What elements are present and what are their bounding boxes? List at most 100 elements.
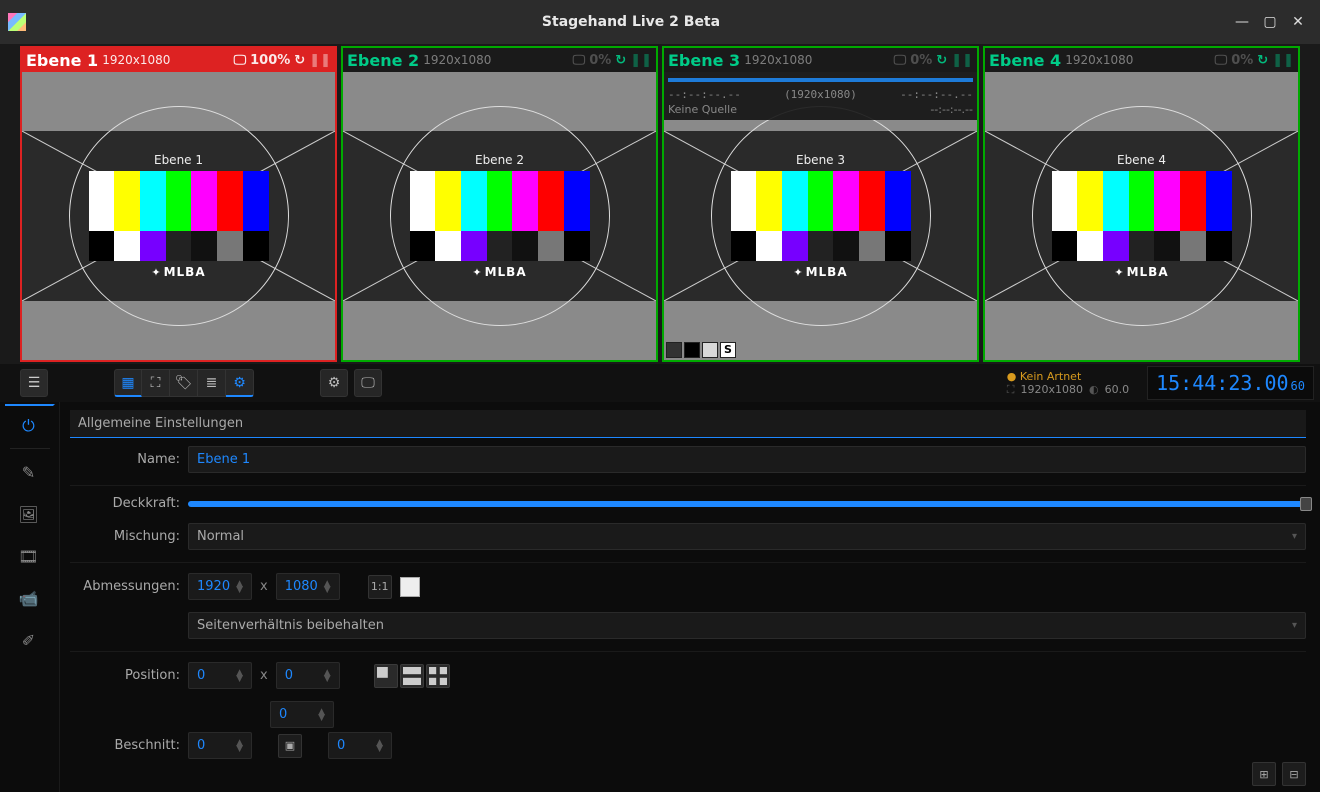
label-opacity: Deckkraft:: [70, 496, 180, 511]
pos-y-input[interactable]: 0 ▲▼: [276, 662, 340, 689]
pause-icon[interactable]: ❚❚: [309, 53, 331, 68]
layer-resolution: 1920x1080: [744, 53, 812, 67]
tc-right-2: --:--:--.--: [930, 103, 973, 116]
layer-body: Ebene 3MLBA--:--:--.--(1920x1080)--:--:-…: [664, 72, 977, 360]
label-name: Name:: [70, 452, 180, 467]
monitor-icon: 🖵: [234, 53, 247, 68]
layer-preview-1[interactable]: Ebene 11920x1080🖵100%↻❚❚Ebene 1MLBA: [20, 46, 337, 362]
reload-icon[interactable]: ↻: [294, 53, 305, 68]
layer-opacity-pct: 100%: [250, 53, 290, 68]
brush-tab[interactable]: ✎: [5, 451, 55, 493]
power-tab[interactable]: ⏻: [5, 404, 55, 446]
layer-name: Ebene 2: [347, 51, 419, 70]
layer-name: Ebene 3: [668, 51, 740, 70]
x-separator: x: [260, 579, 268, 594]
reload-icon[interactable]: ↻: [936, 53, 947, 68]
status-resolution: 1920x1080: [1020, 383, 1083, 396]
window-title: Stagehand Live 2 Beta: [34, 14, 1228, 30]
corner-buttons: ⊞ ⊟: [1252, 762, 1306, 786]
pause-icon[interactable]: ❚❚: [1272, 53, 1294, 68]
close-button[interactable]: ✕: [1284, 8, 1312, 36]
expand-button[interactable]: ⊞: [1252, 762, 1276, 786]
swatch[interactable]: [684, 342, 700, 358]
color-bars: [1052, 171, 1232, 231]
color-swatch[interactable]: [400, 577, 420, 597]
no-source-label: Keine Quelle: [668, 103, 737, 116]
status-block: Kein Artnet ⛶ 1920x1080 ◐ 60.0: [1007, 370, 1129, 397]
reload-icon[interactable]: ↻: [615, 53, 626, 68]
anchor-stack[interactable]: [400, 664, 424, 688]
eyedropper-tab[interactable]: ✐: [5, 619, 55, 661]
aspect-lock-button[interactable]: 1:1: [368, 575, 392, 599]
aspect-mode-select[interactable]: Seitenverhältnis beibehalten: [188, 612, 1306, 639]
swatch[interactable]: [702, 342, 718, 358]
status-fps: 60.0: [1105, 383, 1130, 396]
test-label: Ebene 2: [410, 153, 590, 167]
list-view-tab[interactable]: ≣: [198, 369, 226, 397]
properties-panel: ⏻ ✎ 🖼 🎞 📹 ✐ Allgemeine Einstellungen Nam…: [0, 402, 1320, 792]
expand-icon: ⛶: [1007, 383, 1015, 397]
clock-time: 15:44:23.00: [1156, 371, 1288, 395]
pos-x-input[interactable]: 0 ▲▼: [188, 662, 252, 689]
layer-resolution: 1920x1080: [423, 53, 491, 67]
pause-icon[interactable]: ❚❚: [630, 53, 652, 68]
layer-preview-2[interactable]: Ebene 21920x1080🖵0%↻❚❚Ebene 2MLBA: [341, 46, 658, 362]
tag-view-tab[interactable]: 🏷: [170, 369, 198, 397]
test-label: Ebene 4: [1052, 153, 1232, 167]
progress-bar: [668, 78, 973, 82]
maximize-button[interactable]: ▢: [1256, 8, 1284, 36]
color-bars: [89, 171, 269, 231]
mlba-logo: MLBA: [731, 265, 911, 279]
name-input[interactable]: Ebene 1: [188, 446, 1306, 473]
layer-footer-swatches: S: [666, 342, 736, 358]
layer-preview-3[interactable]: Ebene 31920x1080🖵0%↻❚❚Ebene 3MLBA--:--:-…: [662, 46, 979, 362]
test-pattern: Ebene 2MLBA: [343, 131, 656, 301]
image-tab[interactable]: 🖼: [5, 493, 55, 535]
crop-top-input[interactable]: 0 ▲▼: [270, 701, 334, 728]
camera-tab[interactable]: 📹: [5, 577, 55, 619]
anchor-tl[interactable]: [374, 664, 398, 688]
grid-view-tab[interactable]: ▦: [114, 369, 142, 397]
mlba-logo: MLBA: [1052, 265, 1232, 279]
hamburger-menu-button[interactable]: ☰: [20, 369, 48, 397]
tc-right: --:--:--.--: [900, 88, 973, 101]
clock-frame: 60: [1291, 379, 1305, 393]
test-pattern: Ebene 1MLBA: [22, 131, 335, 301]
label-blend: Mischung:: [70, 529, 180, 544]
sliders-view-tab[interactable]: ⚙: [226, 369, 254, 397]
layer-resolution: 1920x1080: [1065, 53, 1133, 67]
blend-select[interactable]: Normal: [188, 523, 1306, 550]
crop-right-input[interactable]: 0 ▲▼: [328, 732, 392, 759]
swatch[interactable]: [666, 342, 682, 358]
monitor-button[interactable]: 🖵: [354, 369, 382, 397]
color-bars: [731, 171, 911, 231]
crop-tool-button[interactable]: ▣: [278, 734, 302, 758]
color-bars-2: [1052, 231, 1232, 261]
layer-preview-4[interactable]: Ebene 41920x1080🖵0%↻❚❚Ebene 4MLBA: [983, 46, 1300, 362]
test-label: Ebene 3: [731, 153, 911, 167]
layer-header: Ebene 21920x1080🖵0%↻❚❚: [343, 48, 656, 72]
view-tabs: ▦ ⛶ 🏷 ≣ ⚙: [114, 369, 254, 397]
reload-icon[interactable]: ↻: [1257, 53, 1268, 68]
width-input[interactable]: 1920 ▲▼: [188, 573, 252, 600]
opacity-slider[interactable]: [188, 501, 1306, 507]
crop-view-tab[interactable]: ⛶: [142, 369, 170, 397]
swatch[interactable]: S: [720, 342, 736, 358]
pause-icon[interactable]: ❚❚: [951, 53, 973, 68]
settings-button[interactable]: ⚙: [320, 369, 348, 397]
collapse-button[interactable]: ⊟: [1282, 762, 1306, 786]
height-input[interactable]: 1080 ▲▼: [276, 573, 340, 600]
source-res: (1920x1080): [741, 88, 900, 101]
layer-opacity-pct: 0%: [1231, 53, 1253, 68]
anchor-grid[interactable]: [426, 664, 450, 688]
crop-left-input[interactable]: 0 ▲▼: [188, 732, 252, 759]
source-info: --:--:--.--(1920x1080)--:--:--.--Keine Q…: [664, 72, 977, 120]
color-bars-2: [89, 231, 269, 261]
minimize-button[interactable]: —: [1228, 8, 1256, 36]
fps-icon: ◐: [1089, 383, 1099, 396]
tc-left: --:--:--.--: [668, 88, 741, 101]
layer-name: Ebene 4: [989, 51, 1061, 70]
anchor-buttons: [374, 664, 450, 688]
color-bars-2: [410, 231, 590, 261]
film-tab[interactable]: 🎞: [5, 535, 55, 577]
